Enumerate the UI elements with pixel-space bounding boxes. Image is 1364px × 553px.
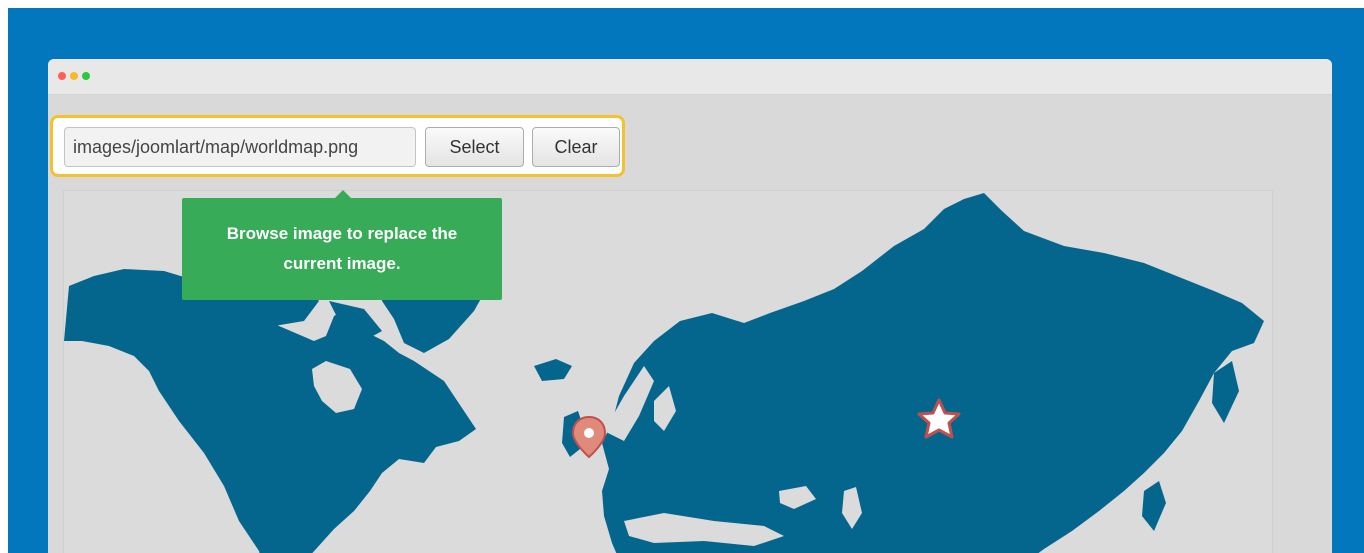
close-dot[interactable] (58, 72, 66, 80)
image-path-input[interactable] (64, 127, 416, 167)
clear-button[interactable]: Clear (532, 127, 620, 167)
select-button[interactable]: Select (425, 127, 524, 167)
help-tooltip: Browse image to replace the current imag… (182, 198, 502, 300)
tooltip-text: Browse image to replace the current imag… (226, 224, 458, 273)
japan (1142, 481, 1166, 531)
page-background: Select Clear Browse image to replace the… (8, 8, 1364, 553)
tooltip-arrow (335, 190, 351, 198)
minimize-dot[interactable] (70, 72, 78, 80)
browser-window: Select Clear Browse image to replace the… (48, 59, 1332, 553)
image-field-toolbar: Select Clear (50, 115, 625, 177)
maximize-dot[interactable] (82, 72, 90, 80)
location-pin-icon[interactable] (571, 415, 607, 459)
iceland (534, 359, 572, 381)
window-titlebar (48, 59, 1332, 95)
